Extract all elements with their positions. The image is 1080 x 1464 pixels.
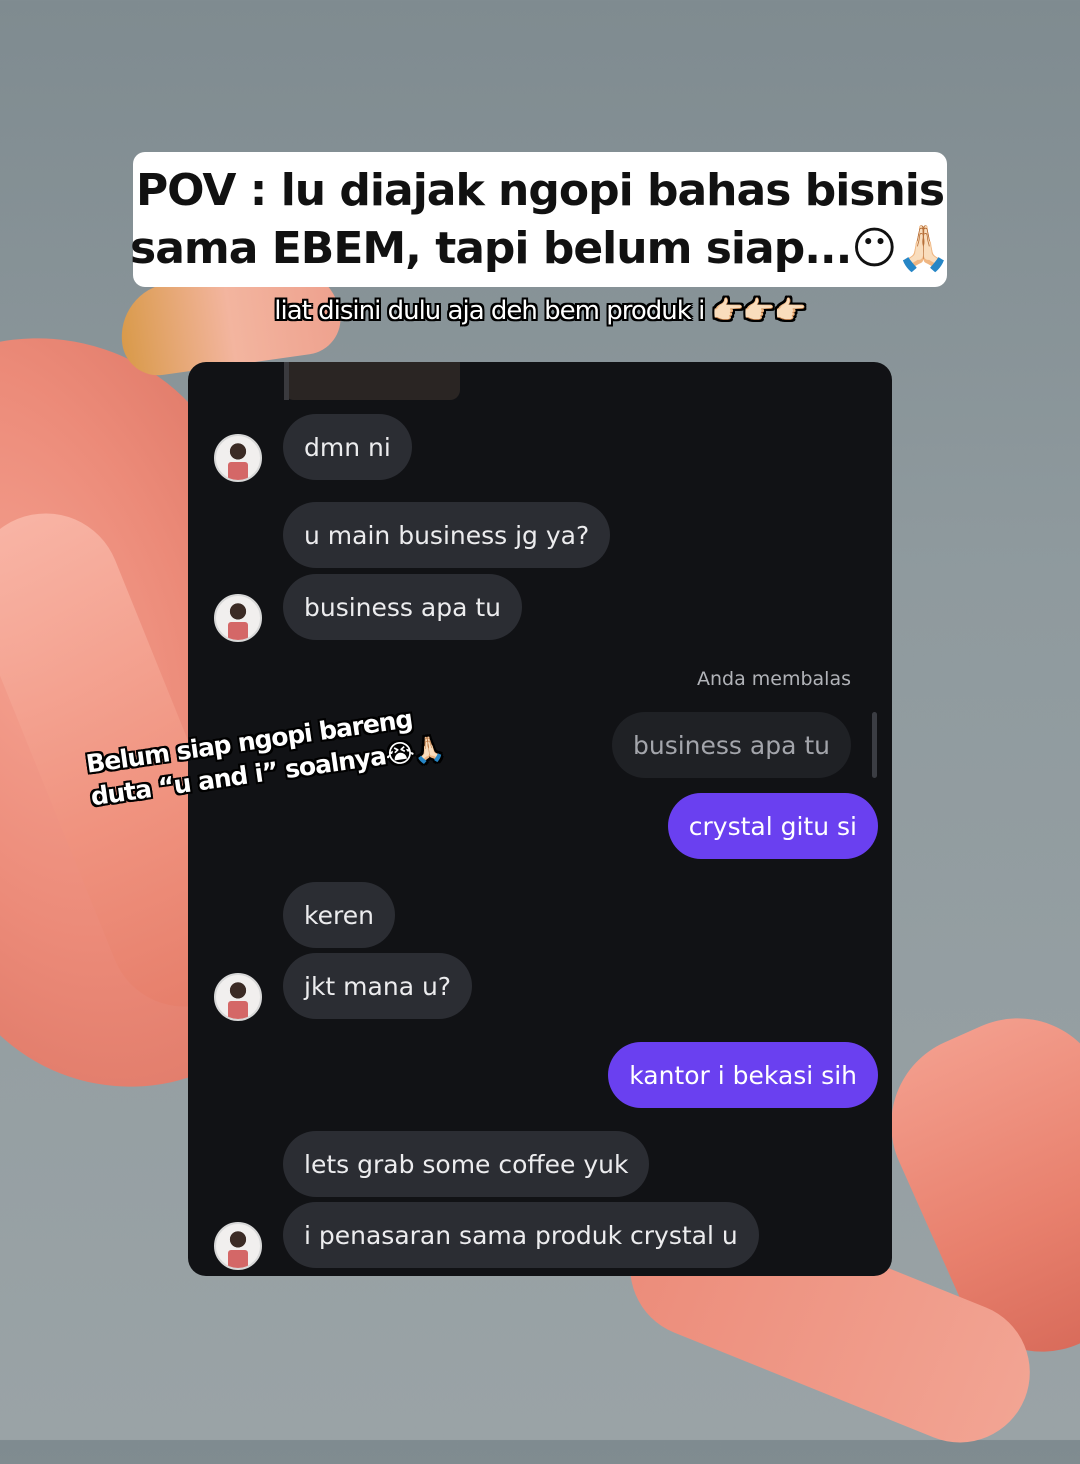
chat-panel: dmn ni u main business jg ya? business a… xyxy=(188,362,892,1276)
quoted-message-bubble[interactable]: business apa tu xyxy=(611,712,851,778)
message-bubble-incoming[interactable]: business apa tu xyxy=(283,574,523,640)
media-reply-bar xyxy=(284,362,289,400)
title-card: POV : lu diajak ngopi bahas bisnis sama … xyxy=(130,152,951,287)
subtitle-caption: liat disini dulu aja deh bem produk i 👉🏻… xyxy=(274,296,806,326)
avatar[interactable] xyxy=(214,434,262,482)
message-bubble-incoming[interactable]: dmn ni xyxy=(283,414,412,480)
message-bubble-incoming[interactable]: keren xyxy=(283,882,395,948)
reply-indicator-bar xyxy=(872,712,877,778)
message-bubble-outgoing[interactable]: kantor i bekasi sih xyxy=(608,1042,878,1108)
message-bubble-incoming[interactable]: jkt mana u? xyxy=(283,953,473,1019)
avatar[interactable] xyxy=(214,1222,262,1270)
message-bubble-incoming[interactable]: u main business jg ya? xyxy=(283,502,611,568)
reply-label: Anda membalas xyxy=(696,668,851,690)
message-bubble-outgoing[interactable]: crystal gitu si xyxy=(667,793,878,859)
title-line-2: sama EBEM, tapi belum siap...😶🙏🏻 xyxy=(130,222,951,274)
avatar[interactable] xyxy=(214,594,262,642)
message-bubble-incoming[interactable]: lets grab some coffee yuk xyxy=(283,1131,650,1197)
media-preview-thumbnail[interactable] xyxy=(284,362,460,400)
message-bubble-incoming[interactable]: i penasaran sama produk crystal u xyxy=(283,1202,759,1268)
title-line-1: POV : lu diajak ngopi bahas bisnis xyxy=(135,164,945,216)
avatar[interactable] xyxy=(214,973,262,1021)
